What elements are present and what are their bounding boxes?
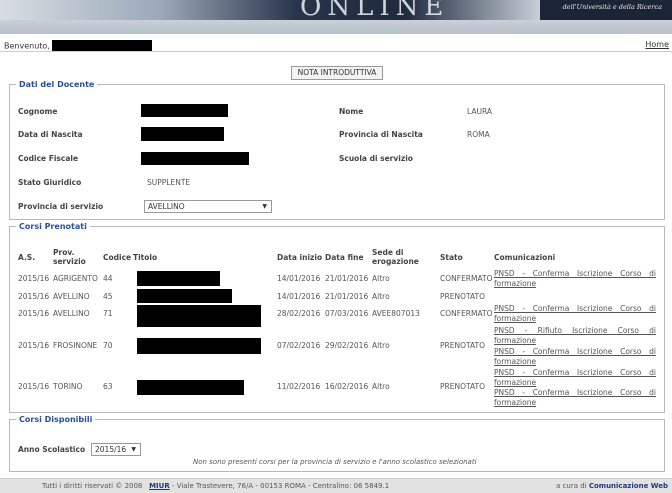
anno-scolastico-select[interactable]: 2015/16 ▼ xyxy=(91,443,141,456)
provincia-nascita-label: Provincia di Nascita xyxy=(339,130,423,139)
nome-label: Nome xyxy=(339,107,364,116)
row5-prov: TORINO xyxy=(53,382,83,391)
row4-comunicazione-link-2[interactable]: PNSD - Conferma Iscrizione Corso di form… xyxy=(494,347,656,367)
provincia-servizio-value: AVELLINO xyxy=(148,202,185,211)
data-nascita-value-redacted xyxy=(141,127,224,141)
row3-stato: CONFERMATO xyxy=(440,309,493,318)
row3-sede: AVEE807013 xyxy=(372,309,420,318)
row1-sede: Altro xyxy=(372,274,390,283)
welcome-label: Benvenuto, xyxy=(4,41,50,51)
row5-as: 2015/16 xyxy=(18,382,50,391)
docente-legend: Dati del Docente xyxy=(19,80,95,89)
provincia-nascita-value: ROMA xyxy=(467,130,490,139)
row1-data-fine: 21/01/2016 xyxy=(325,274,369,283)
row5-stato: PRENOTATO xyxy=(440,382,486,391)
row4-as: 2015/16 xyxy=(18,341,50,350)
row2-data-fine: 21/01/2016 xyxy=(325,292,369,301)
footer-right: a cura di Comunicazione Web xyxy=(556,479,668,493)
footer: Tutti i diritti riservati © 2008 MIUR - … xyxy=(0,478,672,493)
row4-titolo-redacted xyxy=(137,338,261,354)
anno-scolastico-value: 2015/16 xyxy=(95,445,127,454)
banner-graphic xyxy=(0,0,540,20)
row2-data-inizio: 14/01/2016 xyxy=(277,292,321,301)
codice-fiscale-label: Codice Fiscale xyxy=(18,154,79,163)
footer-credit-prefix: a cura di xyxy=(556,482,589,490)
footer-rights: Tutti i diritti riservati © 2008 xyxy=(42,482,143,490)
row4-comunicazione-link-1[interactable]: PNSD - Rifiuto Iscrizione Corso di forma… xyxy=(494,326,656,346)
docente-fieldset: Dati del Docente xyxy=(9,80,665,220)
dropdown-arrow-icon: ▼ xyxy=(262,203,267,210)
row1-titolo-redacted xyxy=(137,271,220,286)
header-divider xyxy=(0,51,672,52)
cognome-label: Cognome xyxy=(18,107,58,116)
row2-titolo-redacted xyxy=(137,289,232,303)
col-stato: Stato xyxy=(440,253,463,262)
row1-as: 2015/16 xyxy=(18,274,50,283)
prenotati-legend: Corsi Prenotati xyxy=(19,222,87,231)
row3-as: 2015/16 xyxy=(18,309,50,318)
row5-titolo-redacted xyxy=(137,380,244,395)
anno-scolastico-label: Anno Scolastico xyxy=(18,445,86,454)
miur-link[interactable]: MIUR xyxy=(149,482,170,490)
row2-sede: Altro xyxy=(372,292,390,301)
col-titolo: Titolo xyxy=(133,253,158,262)
data-nascita-label: Data di Nascita xyxy=(18,130,83,139)
row4-data-fine: 29/02/2016 xyxy=(325,341,369,350)
row5-comunicazione-link-2[interactable]: PNSD - Conferma Iscrizione Corso di form… xyxy=(494,388,656,408)
codice-fiscale-value-redacted xyxy=(141,152,249,165)
row3-titolo-redacted xyxy=(137,305,261,327)
nota-introduttiva-button[interactable]: NOTA INTRODUTTIVA xyxy=(291,66,383,80)
header-banner: ONLINE dell'Università e della Ricerca xyxy=(0,0,672,34)
col-data-fine: Data fine xyxy=(325,253,364,262)
row5-comunicazione-link-1[interactable]: PNSD - Conferma Iscrizione Corso di form… xyxy=(494,368,656,388)
ministry-tagline: dell'Università e della Ricerca xyxy=(562,3,662,11)
scuola-servizio-label: Scuola di servizio xyxy=(339,154,413,163)
row1-stato: CONFERMATO xyxy=(440,274,493,283)
row4-prov: FROSINONE xyxy=(53,341,98,350)
col-prov-servizio: Prov. servizio xyxy=(53,248,86,266)
ministry-logo: dell'Università e della Ricerca xyxy=(540,0,672,20)
row5-codice: 63 xyxy=(103,382,113,391)
row2-stato: PRENOTATO xyxy=(440,292,486,301)
row2-prov: AVELLINO xyxy=(53,292,90,301)
provincia-servizio-select[interactable]: AVELLINO ▼ xyxy=(144,200,272,213)
footer-left: Tutti i diritti riservati © 2008 MIUR - … xyxy=(42,479,389,493)
provincia-servizio-label: Provincia di servizio xyxy=(18,202,104,211)
cognome-value-redacted xyxy=(141,104,228,117)
col-data-inizio: Data inizio xyxy=(277,253,323,262)
row1-codice: 44 xyxy=(103,274,113,283)
row1-data-inizio: 14/01/2016 xyxy=(277,274,321,283)
row5-data-fine: 16/02/2016 xyxy=(325,382,369,391)
site-logo: ONLINE xyxy=(300,0,450,22)
row4-sede: Altro xyxy=(372,341,390,350)
stato-giuridico-label: Stato Giuridico xyxy=(18,178,82,187)
row2-as: 2015/16 xyxy=(18,292,50,301)
footer-address: - Viale Trastevere, 76/A - 00153 ROMA - … xyxy=(169,482,390,490)
row3-comunicazione-link[interactable]: PNSD - Conferma Iscrizione Corso di form… xyxy=(494,304,656,324)
footer-credit-name[interactable]: Comunicazione Web xyxy=(589,482,668,490)
row3-prov: AVELLINO xyxy=(53,309,90,318)
row3-data-inizio: 28/02/2016 xyxy=(277,309,321,318)
disponibili-legend: Corsi Disponibili xyxy=(19,415,93,424)
col-comunicazioni: Comunicazioni xyxy=(494,253,556,262)
col-sede-erogazione: Sede di erogazione xyxy=(372,248,419,266)
row4-codice: 70 xyxy=(103,341,113,350)
row1-comunicazione-link[interactable]: PNSD - Conferma Iscrizione Corso di form… xyxy=(494,269,656,289)
nome-value: LAURA xyxy=(467,107,493,116)
row5-sede: Altro xyxy=(372,382,390,391)
row4-stato: PRENOTATO xyxy=(440,341,486,350)
row3-data-fine: 07/03/2016 xyxy=(325,309,369,318)
row4-data-inizio: 07/02/2016 xyxy=(277,341,321,350)
no-courses-message: Non sono presenti corsi per la provincia… xyxy=(193,458,477,466)
stato-giuridico-value: SUPPLENTE xyxy=(147,178,191,187)
home-link[interactable]: Home xyxy=(645,40,669,49)
col-as: A.S. xyxy=(18,253,36,262)
row3-codice: 71 xyxy=(103,309,113,318)
col-codice: Codice xyxy=(103,253,132,262)
row1-prov: AGRIGENTO xyxy=(53,274,98,283)
row5-data-inizio: 11/02/2016 xyxy=(277,382,321,391)
row2-codice: 45 xyxy=(103,292,113,301)
dropdown-arrow-icon: ▼ xyxy=(131,446,136,453)
